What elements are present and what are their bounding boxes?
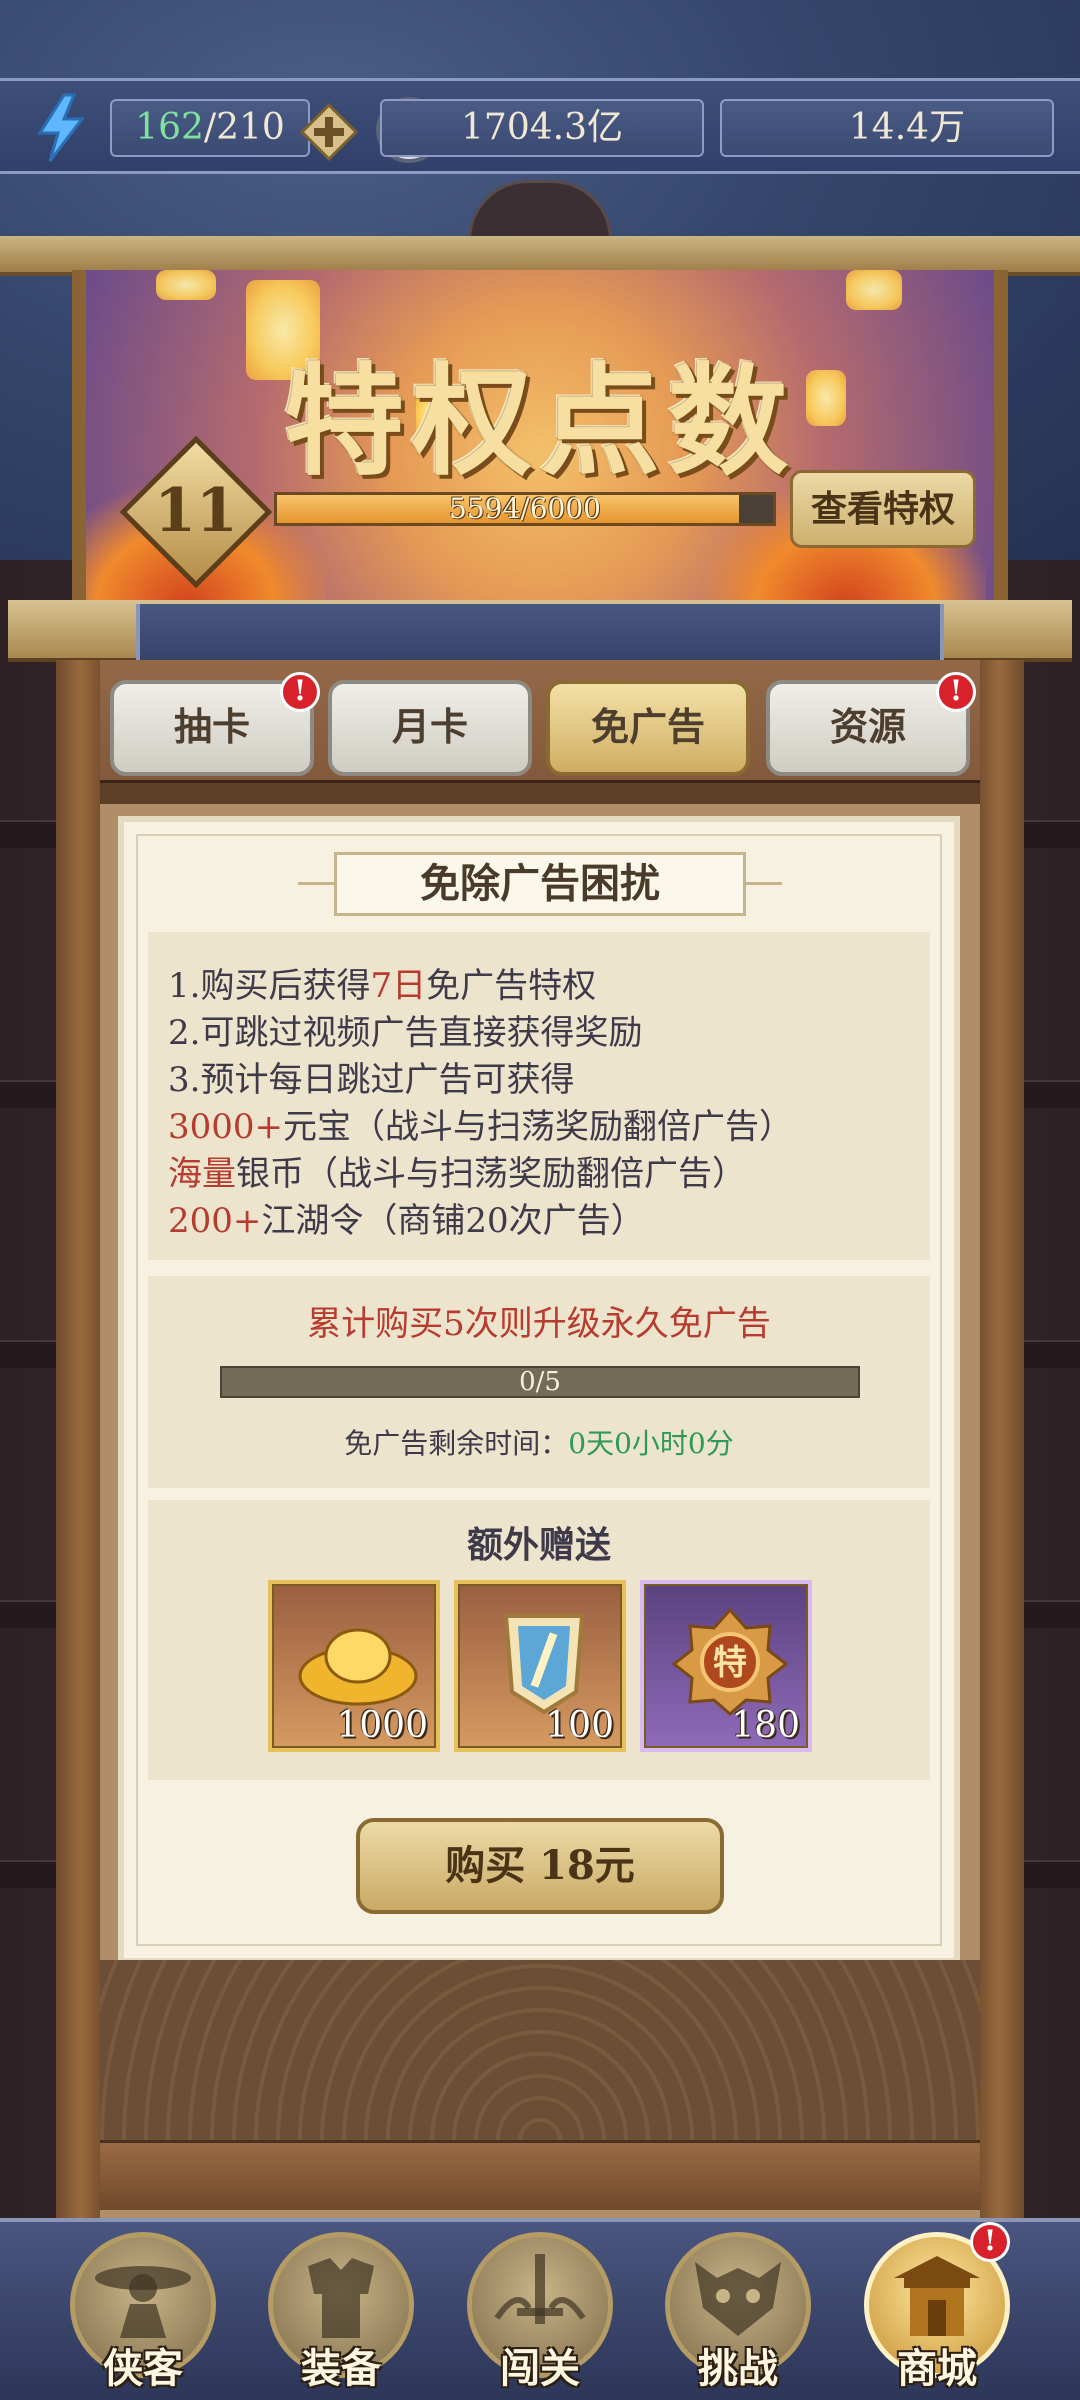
token-shield-icon — [503, 1614, 585, 1715]
nav-stage-label: 闯关 — [500, 2345, 580, 2392]
eave-center — [136, 604, 944, 664]
privilege-progress-bar: 5594/6000 — [274, 492, 776, 526]
benefit-line-2: 2.可跳过视频广告直接获得奖励 — [168, 1013, 643, 1053]
bonus-title: 额外赠送 — [466, 1524, 611, 1566]
tab-ad-free[interactable]: 免广告 — [546, 680, 750, 776]
demon-mask-icon — [695, 2262, 781, 2336]
resource-bar: 162/210 1704.3亿 14.4万 — [0, 78, 1080, 174]
tab-monthly-card[interactable]: 月卡 — [328, 680, 532, 776]
nav-shop-label: 商城 — [897, 2345, 977, 2392]
sword-icon — [494, 2254, 586, 2324]
tab-label: 资源 — [829, 704, 906, 749]
remaining-label: 免广告剩余时间： — [344, 1427, 569, 1460]
gold-display: 14.4万 — [720, 99, 1054, 157]
item-count: 180 — [731, 1705, 800, 1746]
benefit-line-5: 海量银币（战斗与扫荡奖励翻倍广告） — [168, 1154, 746, 1194]
add-energy-icon[interactable] — [300, 103, 358, 161]
gold-value: 14.4万 — [848, 107, 966, 148]
nav-equipment-label: 装备 — [301, 2345, 381, 2392]
level-number: 11 — [154, 476, 238, 546]
svg-text:特: 特 — [713, 1643, 747, 1683]
tab-label: 月卡 — [391, 704, 468, 749]
item-count: 1000 — [336, 1705, 428, 1746]
hero-icon — [95, 2266, 191, 2338]
tab-shelf — [100, 780, 980, 804]
benefit-line-6: 200+江湖令（商铺20次广告） — [168, 1201, 645, 1241]
bonus-item-gold[interactable]: 1000 — [268, 1580, 440, 1752]
remaining-time: 免广告剩余时间：0天0小时0分 — [148, 1422, 930, 1462]
energy-current: 162 — [135, 107, 204, 148]
privilege-medal-icon: 特 — [671, 1607, 789, 1716]
view-privilege-button[interactable]: 查看特权 — [790, 470, 976, 548]
item-count: 100 — [545, 1705, 614, 1746]
nav-hero-label: 侠客 — [103, 2345, 183, 2392]
upgrade-text: 累计购买5次则升级永久免广告 — [307, 1304, 771, 1344]
lower-wood-panel — [100, 1960, 980, 2140]
purchase-progress-bar: 0/5 — [220, 1366, 860, 1398]
purchase-progress-text: 0/5 — [519, 1367, 561, 1397]
tab-resources-badge: ! — [936, 672, 976, 712]
privilege-progress-text: 5594/6000 — [449, 492, 601, 525]
tab-label: 抽卡 — [173, 704, 250, 749]
bonus-item-token[interactable]: 100 — [454, 1580, 626, 1752]
benefit-line-3: 3.预计每日跳过广告可获得 — [168, 1060, 575, 1100]
benefit-line-1: 1.购买后获得7日免广告特权 — [168, 966, 597, 1006]
tab-label: 免广告 — [590, 704, 705, 749]
bonus-item-privilege[interactable]: 特 180 — [640, 1580, 812, 1752]
silver-value: 1704.3亿 — [461, 107, 623, 148]
left-pillar — [56, 660, 106, 2220]
energy-max: /210 — [203, 107, 285, 148]
card-heading: 免除广告困扰 — [334, 852, 746, 916]
right-pillar — [974, 660, 1024, 2220]
silver-display: 1704.3亿 — [380, 99, 704, 157]
nav-challenge-label: 挑战 — [698, 2345, 778, 2392]
energy-display: 162/210 — [110, 99, 310, 157]
armor-icon — [308, 2258, 374, 2338]
gold-ingot-icon — [298, 1628, 418, 1706]
buy-button[interactable]: 购买 18元 — [356, 1818, 724, 1914]
tab-draw-card-badge: ! — [280, 672, 320, 712]
bottom-shelf — [100, 2140, 980, 2210]
nav-shop-badge: ! — [970, 2222, 1010, 2262]
lightning-icon — [37, 93, 86, 162]
benefit-line-4: 3000+元宝（战斗与扫荡奖励翻倍广告） — [168, 1107, 794, 1147]
remaining-value: 0天0小时0分 — [568, 1427, 734, 1460]
